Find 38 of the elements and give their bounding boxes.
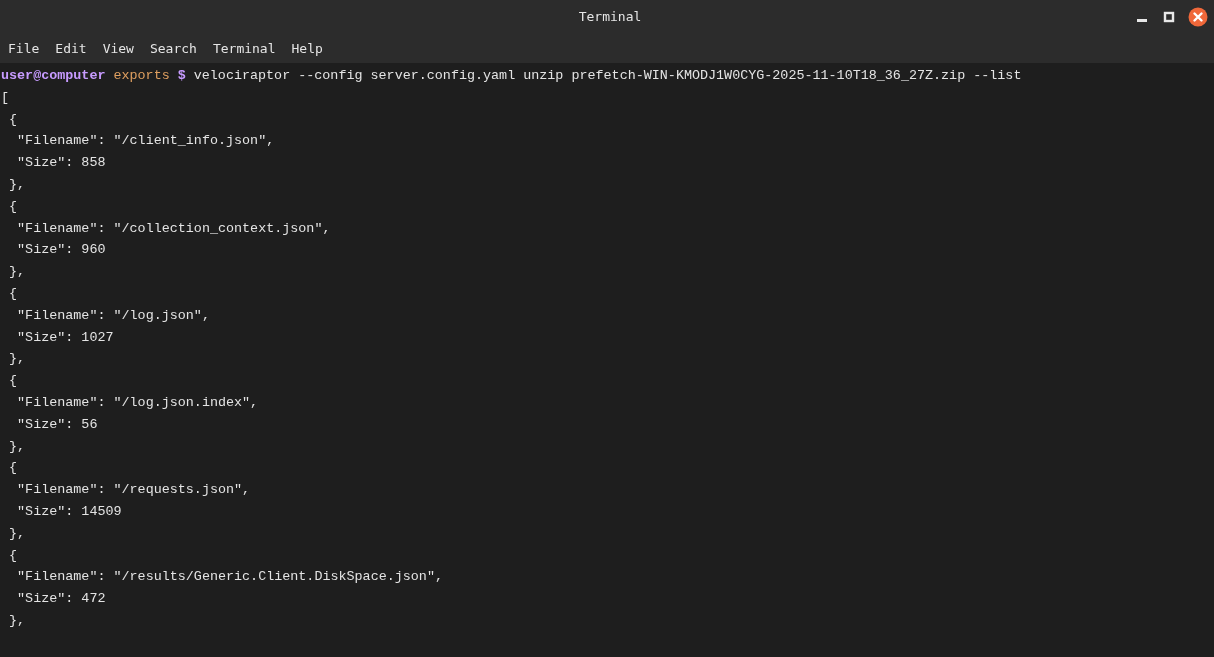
menu-item[interactable]: Help bbox=[291, 40, 323, 56]
output-line: "Size": 56 bbox=[16, 415, 98, 434]
window-title: Terminal bbox=[577, 9, 643, 24]
output-line: "Filename": "/collection_context.json", bbox=[16, 219, 331, 238]
output-line: }, bbox=[8, 350, 26, 369]
output-line: { bbox=[8, 372, 18, 391]
menu-item[interactable]: Search bbox=[149, 40, 197, 56]
output-line: "Filename": "/log.json.index", bbox=[16, 393, 259, 412]
maximize-icon[interactable] bbox=[1162, 9, 1176, 24]
output-line: "Size": 960 bbox=[16, 241, 106, 260]
output-line: "Size": 14509 bbox=[16, 502, 122, 521]
menu-item[interactable]: File bbox=[8, 40, 40, 56]
menu-item[interactable]: Edit bbox=[55, 40, 87, 56]
output-line: }, bbox=[8, 437, 26, 456]
prompt-directory: exports bbox=[113, 67, 170, 85]
output-line: "Filename": "/results/Generic.Client.DiskSpace.json", bbox=[16, 568, 443, 587]
prompt-symbol: $ bbox=[177, 67, 186, 85]
output-line: [ bbox=[1, 88, 10, 107]
output-line: "Filename": "/requests.json", bbox=[16, 481, 251, 500]
output-line: "Size": 472 bbox=[16, 590, 106, 609]
prompt-user: user@computer bbox=[1, 67, 106, 85]
output-line: "Filename": "/log.json", bbox=[16, 306, 210, 325]
command-text: velociraptor --config server.config.yaml unzip prefetch-WIN-KMODJ1W0CYG-2025-11-10T18_36_27Z.zip --list bbox=[193, 67, 1022, 85]
menu-item[interactable]: Terminal bbox=[212, 40, 276, 56]
output-line: { bbox=[8, 110, 18, 129]
output-line: }, bbox=[8, 263, 26, 282]
output-line: { bbox=[8, 459, 18, 478]
menu-item[interactable]: View bbox=[102, 40, 134, 56]
output-line: }, bbox=[8, 176, 26, 194]
output-line: "Filename": "/client_info.json", bbox=[16, 132, 275, 151]
close-icon[interactable] bbox=[1188, 6, 1208, 27]
output-line: }, bbox=[8, 611, 26, 630]
output-line: "Size": 858 bbox=[16, 154, 106, 173]
output-line: { bbox=[8, 284, 18, 303]
output-line: "Size": 1027 bbox=[16, 328, 114, 347]
output-line: { bbox=[8, 197, 18, 216]
output-line: { bbox=[8, 546, 18, 565]
output-line: }, bbox=[8, 524, 26, 543]
